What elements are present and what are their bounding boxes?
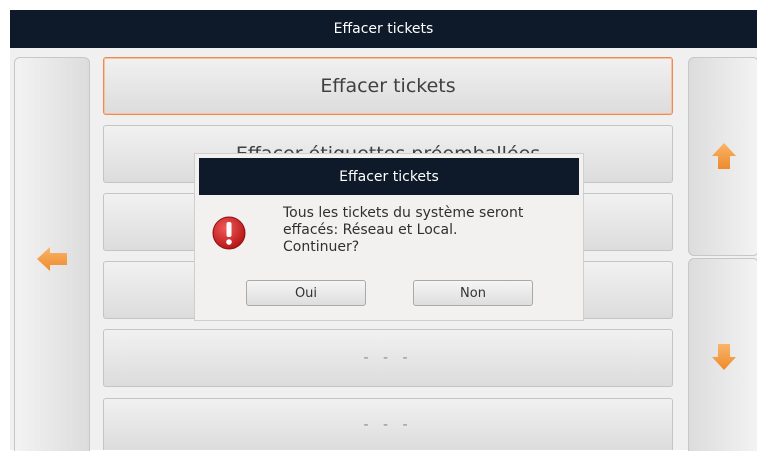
- dialog-title: Effacer tickets: [199, 158, 579, 195]
- no-button[interactable]: Non: [413, 280, 533, 306]
- menu-item-label: - - -: [363, 350, 413, 366]
- yes-button[interactable]: Oui: [246, 280, 366, 306]
- scroll-down-button[interactable]: [688, 258, 757, 451]
- window-title: Effacer tickets: [10, 10, 757, 48]
- menu-item-label: Effacer tickets: [320, 75, 456, 97]
- arrow-down-icon: [712, 344, 736, 370]
- dialog-message: Tous les tickets du système seront effac…: [283, 205, 524, 255]
- yes-button-label: Oui: [294, 285, 318, 301]
- error-icon: [212, 216, 246, 250]
- no-button-label: Non: [460, 285, 486, 301]
- back-button[interactable]: [14, 57, 90, 451]
- scroll-up-button[interactable]: [688, 57, 757, 256]
- menu-item-effacer-tickets[interactable]: Effacer tickets: [103, 57, 673, 115]
- menu-item-empty-6[interactable]: - - -: [103, 398, 673, 450]
- arrow-up-icon: [712, 143, 736, 169]
- menu-item-empty-5[interactable]: - - -: [103, 329, 673, 387]
- confirm-dialog: Effacer tickets Tous les tickets du syst…: [194, 153, 584, 321]
- arrow-left-icon: [37, 247, 67, 271]
- menu-item-label: - - -: [363, 416, 413, 433]
